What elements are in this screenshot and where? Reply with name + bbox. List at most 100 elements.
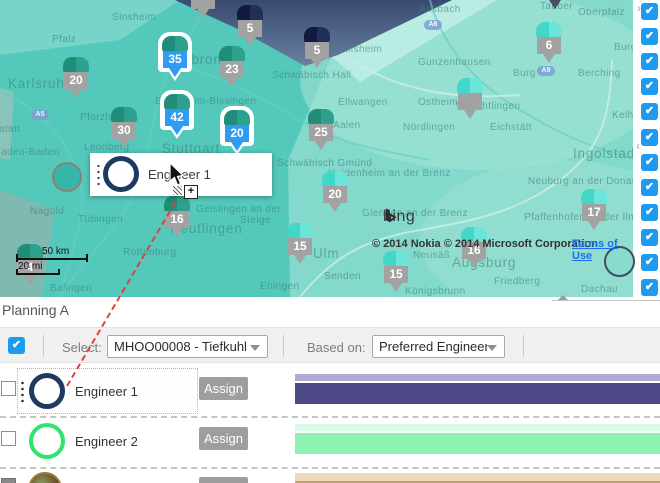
pin-tip-icon (329, 203, 341, 212)
chevron-down-icon (487, 345, 497, 351)
pin-tip-icon (231, 142, 243, 151)
map-city-label: Sinsheim (112, 12, 156, 23)
map-pin[interactable]: 42 (164, 94, 190, 137)
map-pin[interactable]: 17 (581, 189, 607, 232)
pin-head-icon (63, 57, 89, 72)
map-pin[interactable]: 30 (111, 107, 137, 150)
map-pin[interactable]: 20 (63, 57, 89, 100)
map-pin[interactable]: 25 (308, 109, 334, 152)
layer-checkbox[interactable] (641, 154, 658, 171)
map-city-label: Gunzenhausen (418, 57, 491, 68)
map-pin[interactable]: 15 (287, 223, 313, 266)
map-city-label: Nördlingen (403, 122, 455, 133)
schedule-bar-primary (295, 383, 660, 404)
map-pin[interactable]: 6 (536, 22, 562, 65)
map-pin[interactable] (542, 0, 568, 11)
based-on-dropdown[interactable]: Preferred Engineer (372, 335, 505, 358)
map-city-label: Balingen (50, 283, 92, 294)
map-pin[interactable]: 5 (304, 27, 330, 70)
layer-checkbox[interactable] (641, 28, 658, 45)
engineer-checkbox[interactable] (1, 431, 16, 446)
map-pin[interactable]: 5 (237, 5, 263, 48)
pin-count-label: 6 (537, 37, 561, 54)
map-city-label: Berching (578, 68, 621, 79)
map-city-label: Ingolstadt (573, 146, 638, 161)
map-pin[interactable]: 15 (383, 251, 409, 294)
pin-tip-icon (315, 141, 327, 150)
schedule-bar-secondary (295, 473, 660, 481)
schedule-bar-primary (295, 433, 660, 454)
pin-head-icon (322, 171, 348, 186)
pin-count-label: 15 (288, 238, 312, 255)
pin-tip-icon (24, 276, 36, 285)
order-select-dropdown[interactable]: MHOO00008 - Tiefkuhl G (107, 335, 268, 358)
pin-count-label: 20 (64, 72, 88, 89)
map-copyright: © 2014 Nokia © 2014 Microsoft Corporatio… (372, 238, 598, 250)
based-on-label: Based on: (307, 340, 366, 355)
layer-checkbox[interactable] (641, 78, 658, 95)
layer-checkbox[interactable] (641, 229, 658, 246)
pin-head-icon (304, 27, 330, 42)
engineer-row[interactable]: Assign (0, 470, 660, 483)
engineer-row[interactable]: Engineer 1 Assign (0, 368, 660, 417)
pin-head-icon (219, 46, 245, 61)
layer-checkbox[interactable] (641, 254, 658, 271)
layer-checkbox[interactable] (641, 279, 658, 296)
drag-ghost-icon (173, 186, 182, 195)
splitter-collapse-icon[interactable] (558, 295, 568, 300)
map-city-label: Königsbrunn (405, 286, 466, 297)
map-city-label: Ulm (313, 246, 339, 261)
map-city-label: Baden-Baden (0, 147, 60, 158)
pin-tip-icon (171, 228, 183, 237)
pin-count-label: 5 (238, 20, 262, 37)
engineer-ring-avatar (29, 373, 65, 409)
engineer-checkbox[interactable] (1, 381, 16, 396)
assign-button[interactable]: Assign (199, 427, 248, 450)
layer-checkbox[interactable] (641, 53, 658, 70)
copy-plus-icon: + (184, 185, 198, 199)
app-window: SinsheimPfalzHeilbronnSchwäbisch HallCra… (0, 0, 660, 483)
map-pin[interactable]: 23 (219, 46, 245, 89)
layer-checkbox[interactable] (641, 204, 658, 221)
select-all-checkbox[interactable] (8, 337, 25, 354)
map-canvas[interactable]: SinsheimPfalzHeilbronnSchwäbisch HallCra… (0, 0, 638, 297)
pin-tip-icon (197, 9, 209, 18)
map-pin[interactable] (457, 78, 483, 121)
drag-handle-icon[interactable] (21, 380, 24, 404)
bing-logo: bing (383, 208, 415, 226)
engineer-checkbox[interactable] (1, 478, 16, 483)
layer-checkbox[interactable] (641, 103, 658, 120)
map-city-label: Ehingen (260, 281, 300, 292)
map-city-label: Senden (324, 271, 361, 282)
map-pin[interactable]: 20 (322, 171, 348, 214)
engineer-ring-avatar (29, 423, 65, 459)
map-city-label: Aalen (333, 120, 361, 131)
map-city-label: Tübingen (78, 214, 123, 225)
assign-button[interactable]: Assign (199, 477, 248, 483)
pin-head-icon (287, 223, 313, 238)
map-pin[interactable]: 20 (224, 110, 250, 153)
highway-shield: A9 (537, 66, 555, 76)
row-separator (0, 467, 660, 469)
layer-checkbox[interactable] (641, 129, 658, 146)
map-pin[interactable] (190, 0, 216, 20)
terms-of-use-link[interactable]: Terms of Use (572, 238, 638, 262)
map-city-label: Neusäß (413, 250, 450, 261)
map-city-label: Rottenburg (123, 247, 176, 258)
map-pin[interactable]: 16 (164, 196, 190, 239)
drag-handle-icon (97, 163, 100, 187)
layer-checkbox[interactable] (641, 179, 658, 196)
assign-button[interactable]: Assign (199, 377, 248, 400)
splitter[interactable] (552, 300, 660, 301)
layer-checkbox[interactable] (641, 3, 658, 20)
engineer-name: Engineer 2 (75, 434, 138, 449)
map-pin[interactable]: 35 (162, 36, 188, 79)
pin-tip-icon (311, 59, 323, 68)
engineer-row[interactable]: Engineer 2 Assign (0, 418, 660, 467)
pin-head-icon (383, 251, 409, 266)
collapse-left-icon[interactable]: ‹ (636, 139, 640, 153)
pin-count-label (191, 0, 215, 9)
pin-head-icon (111, 107, 137, 122)
map-city-label: Friedberg (494, 276, 540, 287)
map-city-label: Pfalz (52, 34, 76, 45)
